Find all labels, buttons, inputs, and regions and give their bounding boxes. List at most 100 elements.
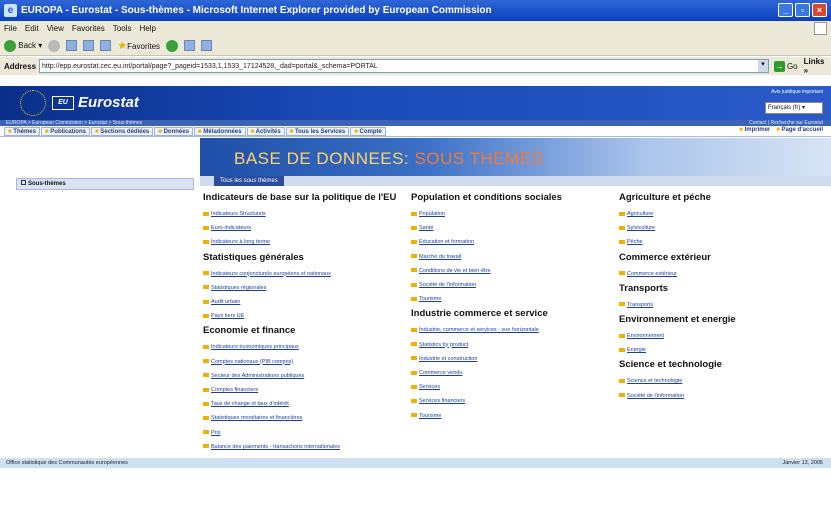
go-button[interactable]: → Go [773,60,798,72]
title-bar: e EUROPA - Eurostat - Sous-thèmes - Micr… [0,0,831,21]
subtheme-link[interactable]: Taux de change et taux d'intérêt [203,397,408,411]
windows-logo-icon [814,22,827,35]
subtheme-link[interactable]: Services financiers [411,394,616,408]
menu-view[interactable]: View [47,24,64,33]
legal-notice-link[interactable]: Avis juridique important [771,89,823,95]
subtheme-link[interactable]: Agriculture [619,207,824,221]
subtheme-link[interactable]: Education et formation [411,235,616,249]
nav-themes[interactable]: ■ Thèmes [4,126,40,136]
subtheme-link[interactable]: Pêche [619,235,824,249]
subtheme-link[interactable]: Conditions de vie et bien-être [411,264,616,278]
group-title: Environnement et energie [619,314,736,326]
footer-org: Office statistique des Communautés europ… [6,460,128,466]
subtheme-link[interactable]: Indicateurs économiques principaux [203,340,408,354]
subtheme-link[interactable]: Statistiques monétaires et financières [203,411,408,425]
media-icon[interactable] [166,39,179,52]
menu-edit[interactable]: Edit [25,24,39,33]
nav-donnees[interactable]: ■ Données [154,126,193,136]
collapse-icon [21,180,26,185]
page-hero: BASE DE DONNEES: SOUS THEMES [200,138,831,176]
subtheme-link[interactable]: Comptes nationaux (PIB compris) [203,355,408,369]
home-link[interactable]: ■ Page d'accueil [776,127,823,133]
sidebar-item-subthemes[interactable]: Sous-thèmes [16,178,194,190]
subtheme-link[interactable]: Tourisme [411,292,616,306]
nav-metadonnees[interactable]: ■ Métadonnées [193,126,246,136]
group-title: Statistiques générales [203,251,304,263]
brand-name[interactable]: Eurostat [78,94,139,111]
favorites-label: Favorites [127,42,161,51]
close-button[interactable]: × [812,3,827,17]
subtheme-link[interactable]: Population [411,207,616,221]
forward-button[interactable] [48,39,61,52]
group-title: Science et technologie [619,359,722,371]
subtheme-link[interactable]: Industrie et construction [411,352,616,366]
subtheme-link[interactable]: Pays tiers UE [203,309,408,323]
print-link[interactable]: ■ Imprimer [739,127,770,133]
nav-sections[interactable]: ■ Sections dédiées [90,126,154,136]
address-input[interactable]: http://epp.eurostat.cec.eu.int/portal/pa… [39,59,769,73]
toolbar: Back ▾ ★Favorites [0,36,831,56]
language-value: Français (fr) [768,105,801,111]
subtheme-link[interactable]: Industrie, commerce et services - vue ho… [411,323,616,337]
refresh-icon[interactable] [83,40,95,51]
nav-activites[interactable]: ■ Activités [246,126,285,136]
subtheme-link[interactable]: Euro-indicateurs [203,221,408,235]
subtheme-link[interactable]: Société de l'information [411,278,616,292]
subtheme-link[interactable]: Science et technologie [619,374,824,388]
print-icon[interactable] [201,40,213,51]
group-title: Agriculture et péche [619,192,711,203]
subtheme-link[interactable]: Santé [411,221,616,235]
menu-favorites[interactable]: Favorites [72,24,105,33]
subtheme-link[interactable]: Commerce extérieur [619,267,824,281]
home-icon[interactable] [100,40,112,51]
subtheme-link[interactable]: Marché du travail [411,250,616,264]
group-title: Population et conditions sociales [411,192,562,203]
column-1: Indicateurs de base sur la politique de … [203,190,408,454]
nav-publications[interactable]: ■ Publications [40,126,90,136]
subtheme-link[interactable]: Services [411,380,616,394]
favorites-button[interactable]: ★Favorites [117,39,160,52]
maximize-button[interactable]: ▫ [795,3,810,17]
eu-logo: EU [52,96,74,110]
subtheme-link[interactable]: Audit urbain [203,295,408,309]
subtheme-link[interactable]: Transports [619,298,824,312]
address-dropdown-icon[interactable]: ▾ [758,60,768,72]
subtheme-link[interactable]: Commerce vendu [411,366,616,380]
group-title: Commerce extérieur [619,251,711,263]
subtheme-link[interactable]: Prix [203,426,408,440]
subtheme-link[interactable]: Indicateurs Structurels [203,207,408,221]
menu-file[interactable]: File [4,24,17,33]
subtheme-link[interactable]: Société de l'information [619,389,824,403]
mail-icon[interactable] [184,40,196,51]
menu-help[interactable]: Help [139,24,155,33]
tab-all-subthemes[interactable]: Tous les sous thèmes [214,176,284,186]
group-title: Economie et finance [203,325,296,337]
subtheme-link[interactable]: Indicateurs à long terme [203,235,408,249]
links-button[interactable]: Links » [804,57,831,75]
subtheme-link[interactable]: Balance des paiements - transactions int… [203,440,408,454]
subtheme-link[interactable]: Statistics by product [411,338,616,352]
column-3: Agriculture et péche Agriculture Sylvicu… [619,190,824,403]
subtheme-link[interactable]: Environnement [619,329,824,343]
group-title: Transports [619,282,669,294]
subtheme-link[interactable]: Comptes financiers [203,383,408,397]
minimize-button[interactable]: _ [778,3,793,17]
main-nav: ■ Thèmes ■ Publications ■ Sections dédié… [0,126,831,137]
subtheme-link[interactable]: Energie [619,343,824,357]
links-label: Links [803,57,825,66]
page-content: EU Eurostat Avis juridique important Fra… [0,78,831,531]
subtheme-link[interactable]: Indicateurs conjoncturels européens et n… [203,267,408,281]
back-button[interactable]: Back ▾ [4,39,42,52]
language-select[interactable]: Français (fr) ▾ [765,102,823,114]
subtheme-link[interactable]: Secteur des Administrations publiques [203,369,408,383]
subtheme-link[interactable]: Statistiques régionales [203,281,408,295]
subtheme-link[interactable]: Tourisme [411,409,616,423]
group-title: Indicateurs de base sur la politique de … [203,192,397,203]
sidebar-label: Sous-thèmes [28,181,66,187]
menu-tools[interactable]: Tools [113,24,132,33]
subtheme-link[interactable]: Sylviculture [619,221,824,235]
stop-icon[interactable] [66,40,78,51]
nav-compte[interactable]: ■ Compte [350,126,386,136]
browser-window: e EUROPA - Eurostat - Sous-thèmes - Micr… [0,0,831,531]
nav-services[interactable]: ■ Tous les Services [285,126,350,136]
